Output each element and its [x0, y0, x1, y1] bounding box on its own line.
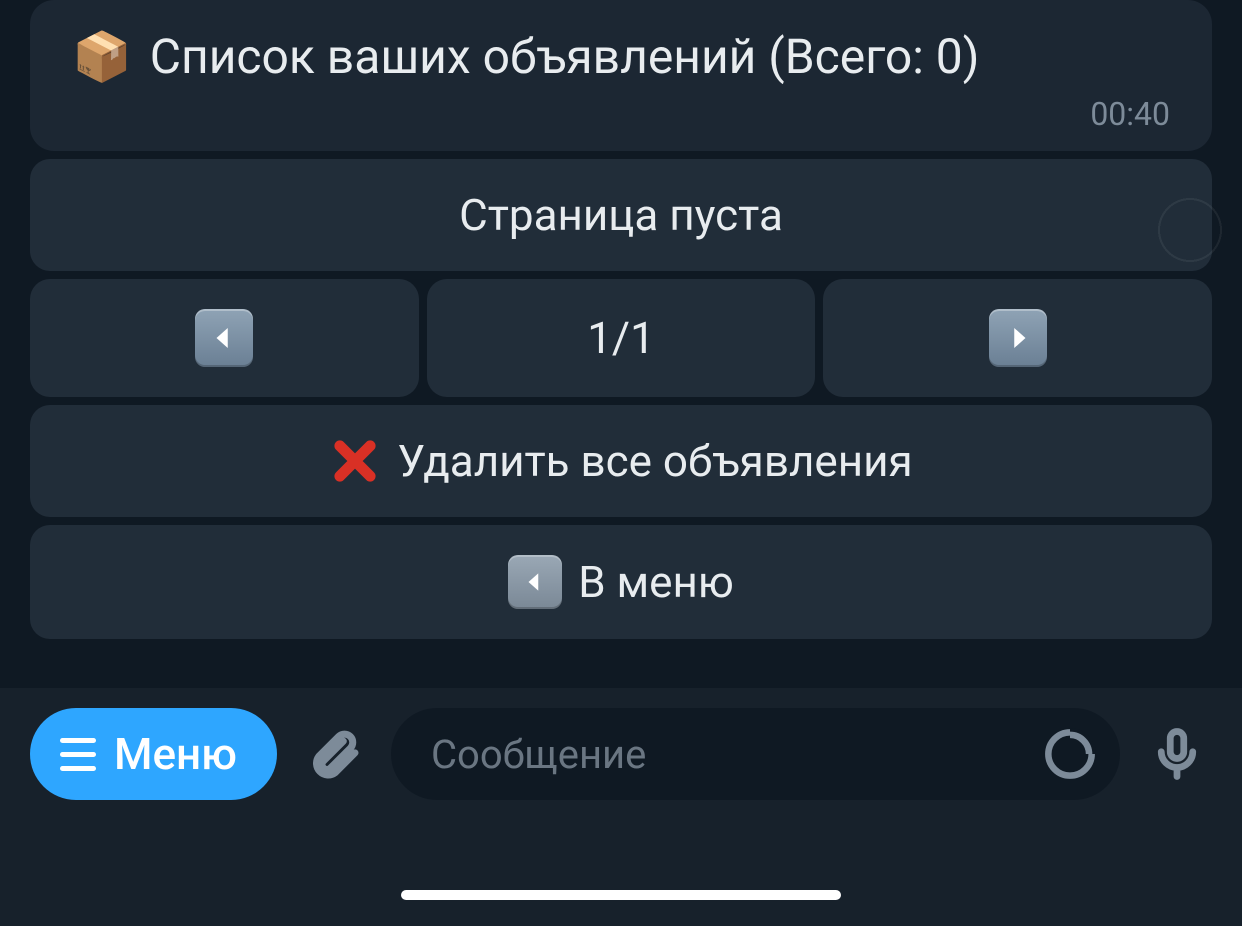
- cross-icon: [329, 435, 381, 487]
- delete-all-button[interactable]: Удалить все объявления: [30, 405, 1212, 517]
- to-menu-label: В меню: [578, 556, 734, 608]
- arrow-left-icon: [195, 309, 253, 367]
- page-indicator-label: 1/1: [587, 312, 655, 364]
- hamburger-icon: [60, 738, 96, 771]
- message-text: Список ваших объявлений (Всего: 0): [150, 28, 980, 85]
- prev-page-button[interactable]: [30, 279, 419, 397]
- chat-area: 📦 Список ваших объявлений (Всего: 0) 00:…: [0, 0, 1242, 639]
- empty-page-label: Страница пуста: [459, 189, 783, 241]
- home-indicator: [401, 890, 841, 900]
- arrow-right-icon: [989, 309, 1047, 367]
- microphone-icon: [1150, 727, 1204, 781]
- page-indicator-button[interactable]: 1/1: [427, 279, 816, 397]
- package-icon: 📦: [72, 33, 132, 81]
- message-content: 📦 Список ваших объявлений (Всего: 0): [72, 28, 1170, 85]
- message-input-container: [391, 708, 1120, 800]
- bot-message: 📦 Список ваших объявлений (Всего: 0) 00:…: [30, 0, 1212, 151]
- empty-page-button[interactable]: Страница пуста: [30, 159, 1212, 271]
- sticker-icon: [1044, 728, 1096, 780]
- attach-button[interactable]: [299, 708, 369, 800]
- microphone-button[interactable]: [1142, 708, 1212, 800]
- to-menu-button[interactable]: В меню: [30, 525, 1212, 639]
- input-bar: Меню: [0, 688, 1242, 926]
- menu-button-label: Меню: [114, 728, 237, 780]
- message-timestamp: 00:40: [72, 95, 1170, 133]
- message-input[interactable]: [431, 731, 1020, 778]
- sticker-button[interactable]: [1040, 724, 1100, 784]
- paperclip-icon: [306, 726, 362, 782]
- inline-keyboard: Страница пуста 1/1: [30, 159, 1212, 639]
- back-arrow-icon: [508, 555, 562, 609]
- menu-button[interactable]: Меню: [30, 708, 277, 800]
- next-page-button[interactable]: [823, 279, 1212, 397]
- delete-all-label: Удалить все объявления: [397, 435, 912, 487]
